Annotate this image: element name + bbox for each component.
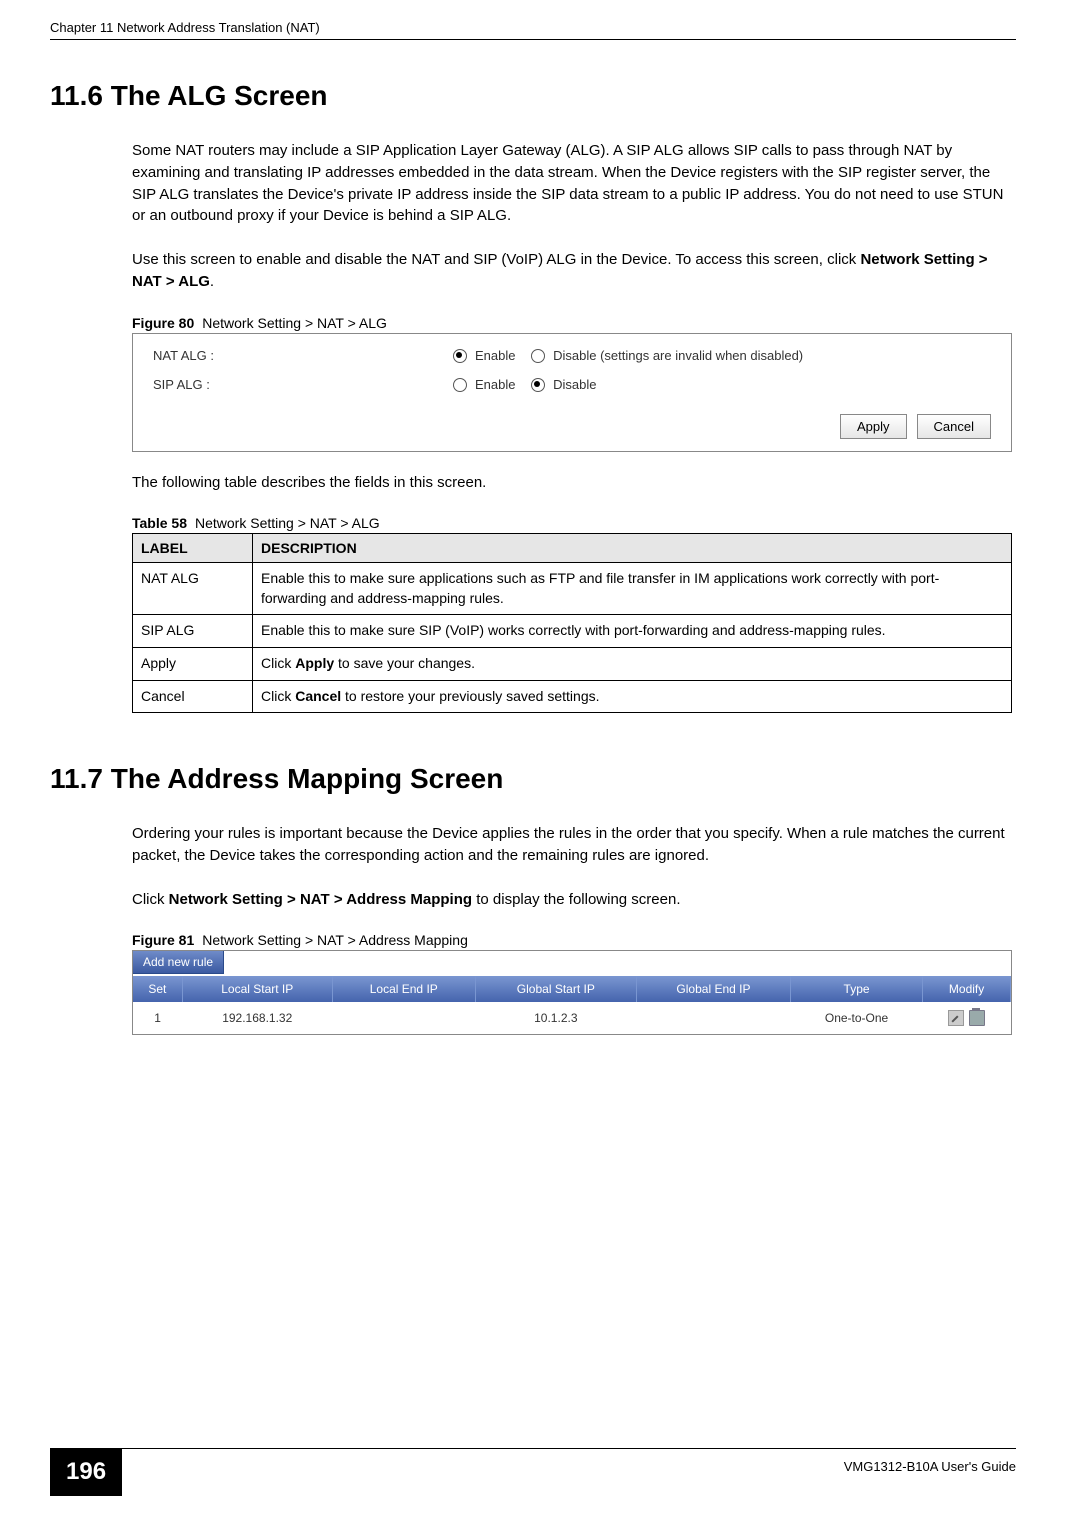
cell-desc: Click Apply to save your changes. bbox=[253, 648, 1012, 681]
table-row: SIP ALG Enable this to make sure SIP (Vo… bbox=[133, 615, 1012, 648]
t: to restore your previously saved setting… bbox=[341, 688, 599, 704]
para-post: to display the following screen. bbox=[472, 891, 680, 908]
figure-81-label: Figure 81 bbox=[132, 932, 194, 948]
nat-alg-row: NAT ALG : Enable Disable (settings are i… bbox=[153, 348, 991, 363]
table-row: 1 192.168.1.32 10.1.2.3 One-to-One bbox=[133, 1002, 1011, 1034]
section-11-6-title: 11.6 The ALG Screen bbox=[50, 80, 1016, 112]
guide-name: VMG1312-B10A User's Guide bbox=[844, 1449, 1016, 1474]
cell-type: One-to-One bbox=[790, 1002, 922, 1034]
cell-desc: Enable this to make sure SIP (VoIP) work… bbox=[253, 615, 1012, 648]
section-11-7-para1: Ordering your rules is important because… bbox=[132, 823, 1016, 867]
col-local-end: Local End IP bbox=[332, 976, 475, 1002]
para-pre: Click bbox=[132, 891, 169, 908]
section-11-7-title: 11.7 The Address Mapping Screen bbox=[50, 763, 1016, 795]
table-58-caption-text: Network Setting > NAT > ALG bbox=[195, 515, 380, 531]
cell-desc: Click Cancel to restore your previously … bbox=[253, 680, 1012, 713]
col-type: Type bbox=[790, 976, 922, 1002]
col-modify: Modify bbox=[923, 976, 1011, 1002]
nat-alg-label: NAT ALG : bbox=[153, 348, 453, 363]
t: to save your changes. bbox=[334, 655, 475, 671]
cell-label: Cancel bbox=[133, 680, 253, 713]
page-number: 196 bbox=[50, 1448, 122, 1496]
apply-button[interactable]: Apply bbox=[840, 414, 907, 439]
cell-label: Apply bbox=[133, 648, 253, 681]
table-58-caption: Table 58 Network Setting > NAT > ALG bbox=[132, 515, 1016, 531]
sip-alg-row: SIP ALG : Enable Disable bbox=[153, 377, 991, 392]
para2-pre: Use this screen to enable and disable th… bbox=[132, 251, 860, 268]
cancel-button[interactable]: Cancel bbox=[917, 414, 991, 439]
add-new-rule-button[interactable]: Add new rule bbox=[133, 951, 224, 974]
para-bold: Network Setting > NAT > Address Mapping bbox=[169, 891, 472, 908]
section-11-6-para2: Use this screen to enable and disable th… bbox=[132, 249, 1016, 293]
cell-global-end bbox=[636, 1002, 790, 1034]
th-label: LABEL bbox=[133, 534, 253, 563]
nat-alg-disable-text: Disable (settings are invalid when disab… bbox=[553, 348, 803, 363]
section-11-7-para2: Click Network Setting > NAT > Address Ma… bbox=[132, 889, 1016, 911]
cell-desc: Enable this to make sure applications su… bbox=[253, 563, 1012, 615]
figure-80-caption-text: Network Setting > NAT > ALG bbox=[202, 315, 387, 331]
t: Apply bbox=[295, 655, 334, 671]
table-58: LABEL DESCRIPTION NAT ALG Enable this to… bbox=[132, 533, 1012, 713]
col-global-end: Global End IP bbox=[636, 976, 790, 1002]
sip-alg-label: SIP ALG : bbox=[153, 377, 453, 392]
col-set: Set bbox=[133, 976, 182, 1002]
cell-set: 1 bbox=[133, 1002, 182, 1034]
nat-alg-enable-text: Enable bbox=[475, 348, 515, 363]
table-58-intro: The following table describes the fields… bbox=[132, 472, 1016, 494]
running-header: Chapter 11 Network Address Translation (… bbox=[50, 20, 1016, 40]
address-mapping-table: Set Local Start IP Local End IP Global S… bbox=[133, 976, 1011, 1034]
table-row: Cancel Click Cancel to restore your prev… bbox=[133, 680, 1012, 713]
cell-global-start: 10.1.2.3 bbox=[475, 1002, 636, 1034]
nat-alg-enable-radio[interactable] bbox=[453, 349, 467, 363]
cell-local-end bbox=[332, 1002, 475, 1034]
sip-alg-enable-text: Enable bbox=[475, 377, 515, 392]
section-11-6-para1: Some NAT routers may include a SIP Appli… bbox=[132, 140, 1016, 227]
figure-80-label: Figure 80 bbox=[132, 315, 194, 331]
sip-alg-disable-radio[interactable] bbox=[531, 378, 545, 392]
figure-80-caption: Figure 80 Network Setting > NAT > ALG bbox=[132, 315, 1016, 331]
col-global-start: Global Start IP bbox=[475, 976, 636, 1002]
delete-icon[interactable] bbox=[969, 1010, 985, 1026]
cell-label: NAT ALG bbox=[133, 563, 253, 615]
cell-modify bbox=[923, 1002, 1011, 1034]
figure-80: NAT ALG : Enable Disable (settings are i… bbox=[132, 333, 1012, 452]
para2-post: . bbox=[210, 273, 214, 290]
nat-alg-disable-radio[interactable] bbox=[531, 349, 545, 363]
cell-local-start: 192.168.1.32 bbox=[182, 1002, 332, 1034]
col-local-start: Local Start IP bbox=[182, 976, 332, 1002]
cell-label: SIP ALG bbox=[133, 615, 253, 648]
t: Click bbox=[261, 655, 295, 671]
th-desc: DESCRIPTION bbox=[253, 534, 1012, 563]
t: Click bbox=[261, 688, 295, 704]
sip-alg-disable-text: Disable bbox=[553, 377, 596, 392]
figure-81-caption: Figure 81 Network Setting > NAT > Address… bbox=[132, 932, 1016, 948]
page-footer: 196 VMG1312-B10A User's Guide bbox=[0, 1448, 1066, 1496]
t: Cancel bbox=[295, 688, 341, 704]
table-row: Apply Click Apply to save your changes. bbox=[133, 648, 1012, 681]
edit-icon[interactable] bbox=[948, 1010, 964, 1026]
figure-81: Add new rule Set Local Start IP Local En… bbox=[132, 950, 1012, 1035]
table-58-label: Table 58 bbox=[132, 515, 187, 531]
sip-alg-enable-radio[interactable] bbox=[453, 378, 467, 392]
figure-81-caption-text: Network Setting > NAT > Address Mapping bbox=[202, 932, 468, 948]
table-row: NAT ALG Enable this to make sure applica… bbox=[133, 563, 1012, 615]
